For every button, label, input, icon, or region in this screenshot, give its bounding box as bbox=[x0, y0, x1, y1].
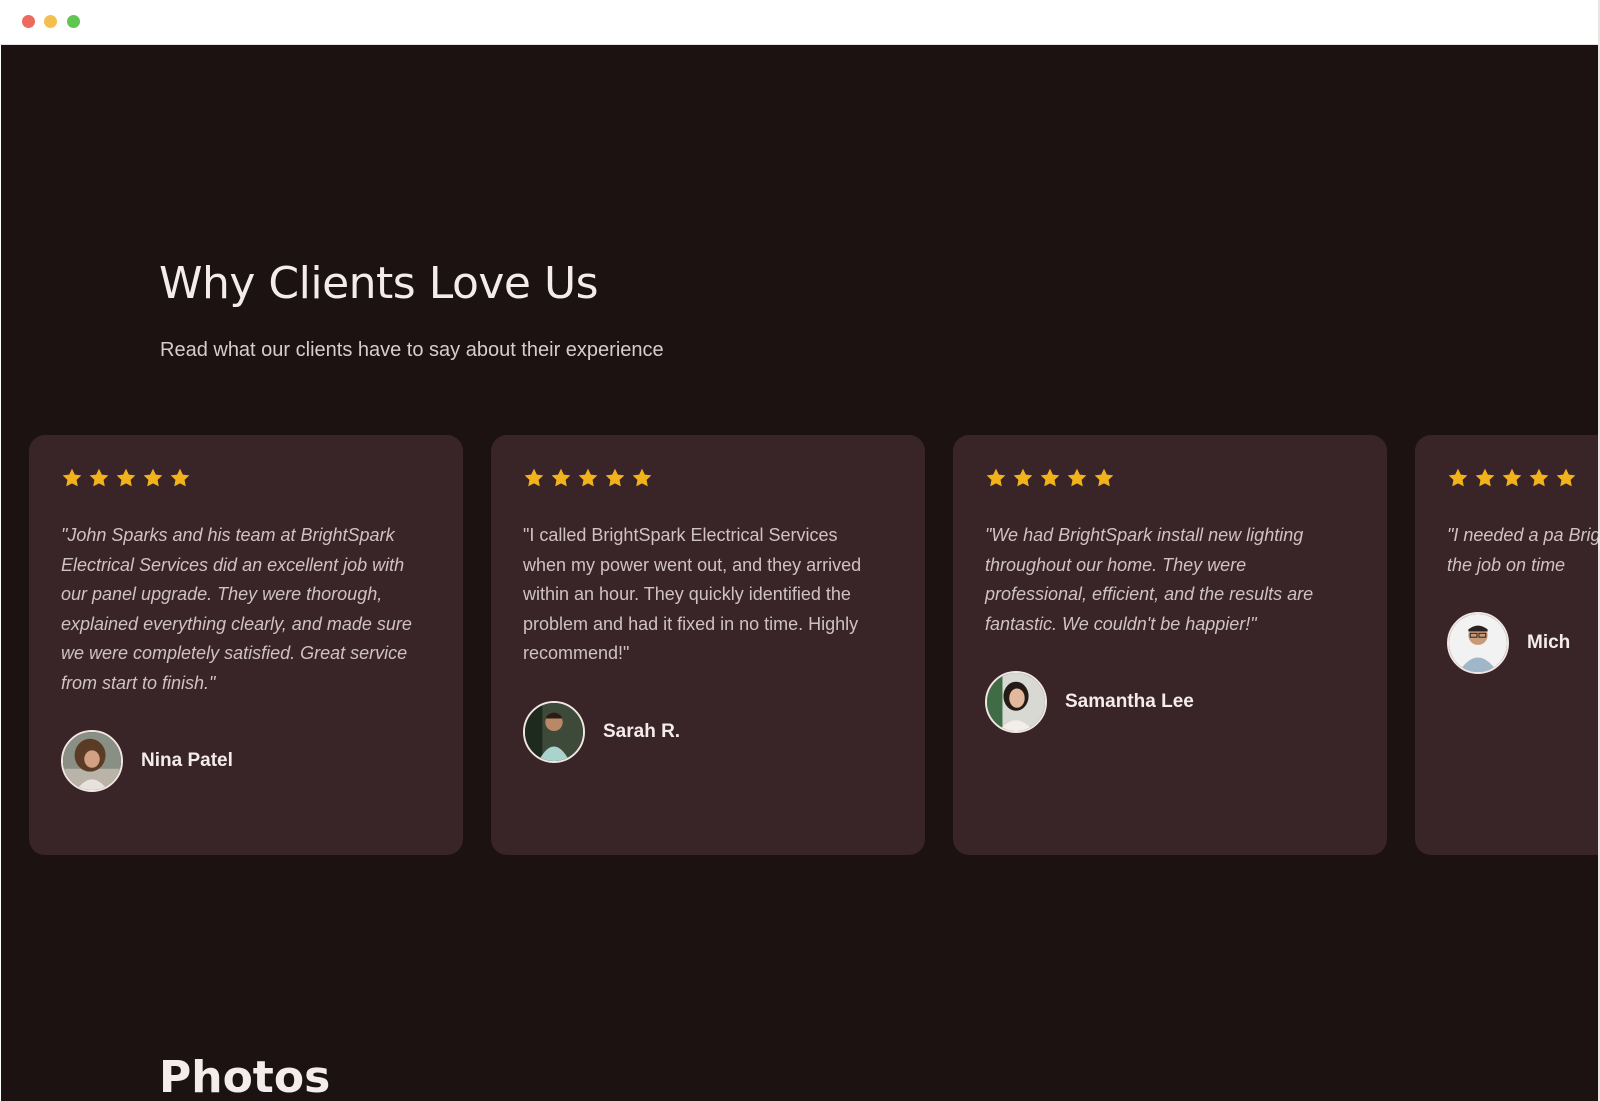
testimonial-card: "I needed a pa BrightSpark di explained … bbox=[1415, 435, 1599, 855]
star-icon bbox=[1447, 467, 1469, 489]
star-icon bbox=[1528, 467, 1550, 489]
star-icon bbox=[577, 467, 599, 489]
author-name: Samantha Lee bbox=[1065, 691, 1194, 712]
star-icon bbox=[1555, 467, 1577, 489]
page-content: Why Clients Love Us Read what our client… bbox=[1, 45, 1599, 1101]
star-rating bbox=[1447, 465, 1599, 491]
testimonial-card: "John Sparks and his team at BrightSpark… bbox=[29, 435, 463, 855]
star-icon bbox=[550, 467, 572, 489]
star-icon bbox=[1474, 467, 1496, 489]
testimonials-heading: Why Clients Love Us bbox=[159, 258, 599, 309]
avatar bbox=[523, 700, 585, 763]
star-icon bbox=[604, 467, 626, 489]
testimonial-quote: "We had BrightSpark install new lighting… bbox=[985, 525, 1314, 634]
star-icon bbox=[169, 467, 191, 489]
star-icon bbox=[1093, 467, 1115, 489]
star-rating bbox=[523, 465, 893, 491]
star-icon bbox=[142, 467, 164, 489]
star-icon bbox=[88, 467, 110, 489]
star-icon bbox=[61, 467, 83, 489]
star-icon bbox=[1039, 467, 1061, 489]
avatar bbox=[1447, 612, 1509, 674]
star-icon bbox=[631, 467, 653, 489]
testimonial-author: Samantha Lee bbox=[985, 671, 1355, 733]
testimonial-quote: "I needed a pa BrightSpark di explained … bbox=[1447, 525, 1599, 575]
minimize-window-button[interactable] bbox=[44, 15, 57, 28]
star-icon bbox=[115, 467, 137, 489]
testimonial-card: "We had BrightSpark install new lighting… bbox=[953, 435, 1387, 855]
browser-window: Why Clients Love Us Read what our client… bbox=[0, 0, 1600, 1101]
window-titlebar bbox=[0, 0, 1600, 45]
maximize-window-button[interactable] bbox=[67, 15, 80, 28]
author-name: Nina Patel bbox=[141, 750, 233, 771]
testimonial-author: Sarah R. bbox=[523, 700, 893, 763]
star-icon bbox=[1012, 467, 1034, 489]
testimonials-subheading: Read what our clients have to say about … bbox=[160, 339, 664, 361]
testimonial-card: "I called BrightSpark Electrical Service… bbox=[491, 435, 925, 855]
star-rating bbox=[61, 465, 431, 491]
star-rating bbox=[985, 465, 1355, 491]
testimonial-carousel[interactable]: "John Sparks and his team at BrightSpark… bbox=[1, 435, 1599, 855]
close-window-button[interactable] bbox=[22, 15, 35, 28]
author-name: Sarah R. bbox=[603, 720, 681, 742]
testimonial-quote: "I called BrightSpark Electrical Service… bbox=[523, 525, 862, 663]
testimonial-quote: "John Sparks and his team at BrightSpark… bbox=[61, 525, 412, 693]
testimonial-author: Mich bbox=[1447, 612, 1599, 674]
avatar bbox=[985, 671, 1047, 733]
star-icon bbox=[985, 467, 1007, 489]
star-icon bbox=[1501, 467, 1523, 489]
star-icon bbox=[523, 467, 545, 489]
author-name: Mich bbox=[1527, 632, 1571, 653]
photos-heading: Photos bbox=[159, 1052, 331, 1101]
testimonial-author: Nina Patel bbox=[61, 730, 431, 792]
star-icon bbox=[1066, 467, 1088, 489]
avatar bbox=[61, 730, 123, 792]
